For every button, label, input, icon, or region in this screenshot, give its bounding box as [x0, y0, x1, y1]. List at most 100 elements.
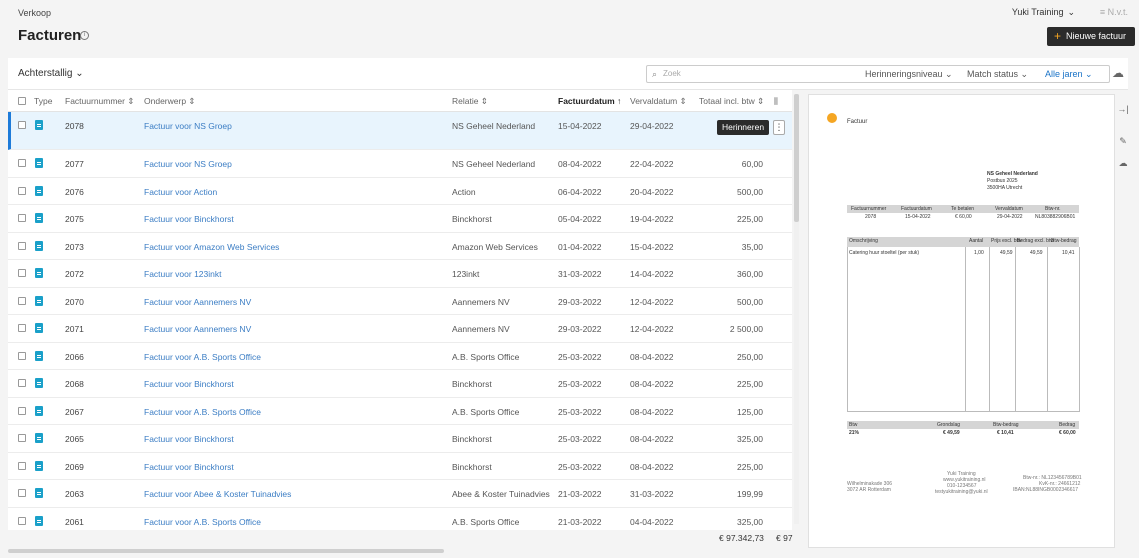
invoice-number: 2063 — [65, 489, 84, 499]
table-row[interactable]: 2066 Factuur voor A.B. Sports Office A.B. … — [8, 343, 792, 370]
invoice-subject-link[interactable]: Factuur voor Aannemers NV — [144, 324, 251, 334]
row-checkbox[interactable] — [18, 186, 26, 195]
row-checkbox[interactable] — [18, 269, 26, 277]
preview-line-h1: Aantal — [969, 238, 984, 244]
column-due-date[interactable]: Vervaldatum ⇕ — [630, 96, 687, 107]
vertical-scroll-thumb[interactable] — [794, 94, 799, 222]
preview-meta-h4: Btw-nr. — [1045, 206, 1061, 212]
table-row[interactable]: 2070 Factuur voor Aannemers NV Aannemers N… — [8, 288, 792, 315]
row-checkbox[interactable] — [18, 241, 26, 250]
row-checkbox[interactable] — [18, 214, 26, 222]
column-invoice-date[interactable]: Factuurdatum ↑ — [558, 96, 621, 106]
edit-icon[interactable]: ✎ — [1117, 136, 1129, 148]
invoice-subject-link[interactable]: Factuur voor Binckhorst — [144, 214, 234, 224]
list-icon: ≡ — [1099, 7, 1106, 17]
years-filter[interactable]: Alle jaren ⌄ — [1045, 69, 1093, 80]
invoice-subject-link[interactable]: Factuur voor Binckhorst — [144, 434, 234, 444]
horizontal-scrollbar[interactable] — [8, 549, 792, 554]
table-row[interactable]: 2073 Factuur voor Amazon Web Services Amaz… — [8, 233, 792, 260]
invoice-number: 2075 — [65, 214, 84, 224]
column-total-label: Totaal incl. btw — [699, 96, 755, 106]
invoice-total: 2 500,00 — [729, 324, 763, 334]
invoice-subject-link[interactable]: Factuur voor A.B. Sports Office — [144, 352, 261, 362]
invoice-subject-link[interactable]: Factuur voor A.B. Sports Office — [144, 407, 261, 417]
invoice-total: 250,00 — [737, 351, 763, 362]
secondary-selector[interactable]: ≡ N.v.t. — [1100, 7, 1128, 17]
invoice-total: 360,00 — [737, 269, 763, 279]
preview-line-v0: Catering huur stoeltel (per stuk) — [849, 250, 920, 256]
column-relation[interactable]: Relatie ⇕ — [452, 96, 488, 107]
invoice-subject-link[interactable]: Factuur voor Abee & Koster Tuinadvies — [144, 489, 291, 499]
row-checkbox[interactable] — [18, 351, 26, 360]
breadcrumb[interactable]: Verkoop — [18, 8, 51, 18]
preview-meta-v4: NL803882906B01 — [1035, 214, 1076, 220]
preview-meta-h0: Factuurnummer — [851, 206, 887, 212]
invoice-subject-link[interactable]: Factuur voor Amazon Web Services — [144, 242, 279, 252]
table-row[interactable]: 2072 Factuur voor 123inkt 123inkt 31-03-202… — [8, 260, 792, 288]
table-row[interactable]: 2069 Factuur voor Binckhorst Binckhorst 25-… — [8, 453, 792, 480]
row-checkbox[interactable] — [18, 296, 26, 305]
invoice-date: 25-03-2022 — [558, 379, 602, 389]
info-icon[interactable]: i — [80, 31, 89, 40]
row-checkbox[interactable] — [18, 516, 26, 525]
table-row[interactable]: 2061 Factuur voor A.B. Sports Office A.B. … — [8, 508, 792, 531]
table-row[interactable]: 2077 Factuur voor NS Groep NS Geheel Neder… — [8, 150, 792, 178]
row-checkbox[interactable] — [18, 489, 26, 497]
more-actions-icon[interactable]: ⋮ — [773, 120, 785, 135]
row-checkbox[interactable] — [18, 324, 26, 332]
table-row[interactable]: 2063 Factuur voor Abee & Koster Tuinadvie… — [8, 480, 792, 508]
preview-meta-v0: 2078 — [865, 214, 877, 220]
invoice-number: 2070 — [65, 296, 84, 307]
table-row[interactable]: 2076 Factuur voor Action Action 06-04-2022 2… — [8, 178, 792, 205]
row-checkbox[interactable] — [18, 121, 26, 129]
invoice-subject-link[interactable]: Factuur voor A.B. Sports Office — [144, 517, 261, 527]
preview-divider — [847, 247, 848, 411]
invoice-due-date: 29-04-2022 — [630, 121, 674, 131]
table-row[interactable]: 2065 Factuur voor Binckhorst Binckhorst 25-… — [8, 425, 792, 453]
table-row[interactable]: 2068 Factuur voor Binckhorst Binckhorst 25-… — [8, 370, 792, 398]
administration-selector[interactable]: Yuki Training ⌄ — [1012, 7, 1075, 18]
match-status-filter[interactable]: Match status ⌄ — [967, 69, 1028, 80]
collapse-panel-icon[interactable]: →| — [1117, 104, 1129, 116]
invoice-subject-link[interactable]: Factuur voor Binckhorst — [144, 462, 234, 472]
new-invoice-button[interactable]: + Nieuwe factuur — [1047, 27, 1135, 46]
column-subject[interactable]: Onderwerp ⇕ — [144, 96, 196, 107]
column-number[interactable]: Factuurnummer ⇕ — [65, 96, 134, 107]
invoice-subject-link[interactable]: Factuur voor NS Groep — [144, 159, 232, 169]
invoice-subject-link[interactable]: Factuur voor Aannemers NV — [144, 297, 251, 307]
remind-button[interactable]: Herinneren — [717, 120, 770, 135]
invoice-date: 25-03-2022 — [558, 351, 602, 362]
column-total[interactable]: Totaal incl. btw ⇕ — [699, 96, 764, 107]
vertical-scrollbar[interactable] — [794, 94, 799, 524]
reminder-level-filter[interactable]: Herinneringsniveau ⌄ — [865, 69, 953, 80]
columns-icon[interactable]: ⫼ — [774, 96, 778, 107]
row-checkbox[interactable] — [18, 159, 26, 167]
row-checkbox[interactable] — [18, 379, 26, 387]
select-all-checkbox[interactable] — [18, 97, 26, 105]
invoice-relation: Binckhorst — [452, 434, 492, 444]
view-selector[interactable]: Achterstallig ⌄ — [18, 68, 84, 79]
cloud-upload-icon[interactable]: ☁ — [1117, 158, 1129, 170]
table-row[interactable]: 2078 Factuur voor NS Groep NS Geheel Neder… — [8, 112, 792, 150]
horizontal-scroll-thumb[interactable] — [8, 549, 444, 553]
preview-divider — [965, 247, 966, 411]
invoice-subject-link[interactable]: Factuur voor NS Groep — [144, 121, 232, 131]
cloud-download-icon[interactable]: ☁ — [1112, 66, 1124, 80]
search-box[interactable]: ⌕ Zoek Herinneringsniveau ⌄ Match status… — [646, 65, 1110, 83]
invoice-date: 06-04-2022 — [558, 186, 602, 197]
preview-vat-v3: € 60,00 — [1059, 430, 1076, 436]
row-checkbox[interactable] — [18, 406, 26, 415]
preview-line-h4: Btw-bedrag — [1051, 238, 1077, 244]
search-input[interactable]: Zoek — [663, 69, 681, 78]
table-row[interactable]: 2071 Factuur voor Aannemers NV Aannemers N… — [8, 315, 792, 343]
invoice-subject-link[interactable]: Factuur voor Binckhorst — [144, 379, 234, 389]
invoice-subject-link[interactable]: Factuur voor 123inkt — [144, 269, 221, 279]
row-checkbox[interactable] — [18, 434, 26, 442]
preview-divider — [847, 411, 1080, 412]
invoice-subject-link[interactable]: Factuur voor Action — [144, 187, 217, 197]
table-row[interactable]: 2075 Factuur voor Binckhorst Binckhorst 05-… — [8, 205, 792, 233]
preview-meta-h3: Vervaldatum — [995, 206, 1023, 212]
table-row[interactable]: 2067 Factuur voor A.B. Sports Office A.B. … — [8, 398, 792, 425]
invoice-number: 2068 — [65, 379, 84, 389]
row-checkbox[interactable] — [18, 461, 26, 470]
